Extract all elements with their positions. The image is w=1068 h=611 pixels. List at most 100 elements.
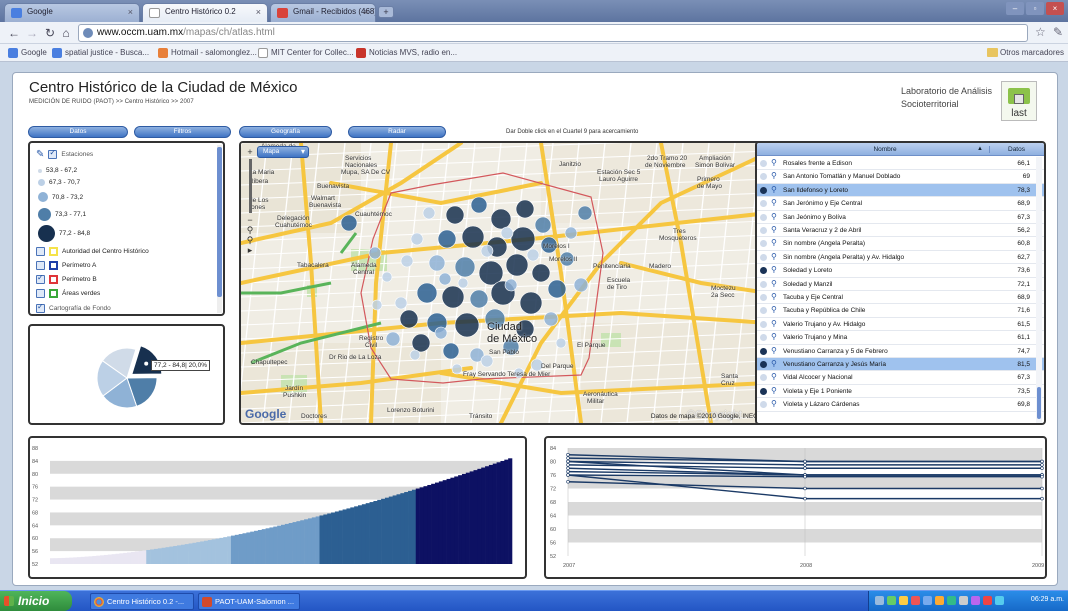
search-icon[interactable]: ⚲ (245, 225, 255, 235)
zoom-slider[interactable] (248, 159, 252, 213)
selection-dot-icon[interactable] (760, 280, 767, 288)
zoom-to-station-icon[interactable]: ⚲ (771, 386, 777, 395)
selection-dot-icon[interactable] (760, 160, 767, 167)
table-row[interactable]: ⚲ Venustiano Carranza y Jesús María 81,5 (757, 358, 1044, 372)
table-row[interactable]: ⚲ Tacuba y República de Chile 71,6 (757, 304, 1044, 318)
back-arrow-icon[interactable]: ← (6, 25, 22, 41)
close-icon[interactable]: × (256, 7, 261, 17)
layer-checkbox[interactable] (36, 261, 45, 270)
map-view[interactable]: Alameda deServiciosNacionalesMupa, SA De… (239, 141, 770, 425)
zoom-to-station-icon[interactable]: ⚲ (771, 225, 777, 234)
messenger-icon[interactable] (971, 596, 980, 605)
table-row[interactable]: ⚲ Valerio Trujano y Av. Hidalgo 61,5 (757, 318, 1044, 332)
radar-button[interactable]: Radar (348, 126, 446, 138)
layer-checkbox[interactable] (36, 289, 45, 298)
sort-ascending-icon[interactable]: ▲ (977, 146, 983, 152)
taskbar-item-chrome[interactable]: Centro Histórico 0.2 -... (90, 593, 194, 610)
table-row[interactable]: ⚲ San Jerónimo y Eje Central 68,9 (757, 197, 1044, 211)
language-icon[interactable] (875, 596, 884, 605)
table-row[interactable]: ⚲ Valerio Trujano y Mina 61,1 (757, 331, 1044, 345)
taskbar-item-powerpoint[interactable]: PAOT-UAM-Salomon ... (198, 593, 300, 610)
datos-button[interactable]: Datos (28, 126, 128, 138)
forward-arrow-icon[interactable]: → (24, 25, 40, 41)
layer-checkbox[interactable] (36, 247, 45, 256)
table-row[interactable]: ⚲ Sin nombre (Angela Peralta) y Av. Hidal… (757, 251, 1044, 265)
zoom-to-station-icon[interactable]: ⚲ (771, 346, 777, 355)
table-row[interactable]: ⚲ San Jeónimo y Bolíva 67,3 (757, 211, 1044, 224)
geografia-button[interactable]: Geografía (239, 126, 332, 138)
zoom-to-station-icon[interactable]: ⚲ (771, 305, 777, 314)
zoom-to-station-icon[interactable]: ⚲ (771, 265, 777, 274)
layer-toggle-perimetro-a[interactable]: Perímetro A (36, 261, 96, 270)
reload-icon[interactable]: ↻ (42, 25, 58, 41)
bookmark-star-icon[interactable]: ☆ (1035, 25, 1046, 39)
browser-tab-google[interactable]: Google × (4, 3, 140, 22)
basemap-checkbox[interactable] (36, 302, 45, 313)
selection-dot-icon[interactable] (760, 320, 767, 328)
zoom-to-station-icon[interactable]: ⚲ (771, 359, 777, 368)
update-icon[interactable] (935, 596, 944, 605)
zoom-to-station-icon[interactable]: ⚲ (771, 171, 777, 180)
volume-icon[interactable] (923, 596, 932, 605)
legend-scrollbar[interactable] (217, 145, 222, 313)
stations-toggle[interactable]: ✎ Estaciones (36, 148, 93, 160)
selection-dot-icon[interactable] (760, 307, 767, 315)
layer-checkbox[interactable] (36, 273, 45, 284)
selection-dot-icon[interactable] (760, 361, 767, 368)
antivirus-icon[interactable] (899, 596, 908, 605)
selection-dot-icon[interactable] (760, 401, 767, 409)
zoom-to-station-icon[interactable]: ⚲ (771, 198, 777, 207)
column-header-nombre[interactable]: Nombre (785, 146, 985, 153)
selection-dot-icon[interactable] (760, 253, 767, 261)
table-row[interactable]: ⚲ Tacuba y Eje Central 68,9 (757, 291, 1044, 305)
zoom-to-station-icon[interactable]: ⚲ (771, 319, 777, 328)
zoom-to-station-icon[interactable]: ⚲ (771, 372, 777, 381)
selection-dot-icon[interactable] (760, 173, 767, 181)
selection-dot-icon[interactable] (760, 374, 767, 382)
table-row[interactable]: ⚲ Soledad y Loreto 73,6 (757, 264, 1044, 278)
pie-chart[interactable] (30, 326, 223, 423)
flag-icon[interactable] (983, 596, 992, 605)
table-row[interactable]: ⚲ Sin nombre (Angela Peralta) 60,8 (757, 237, 1044, 251)
bookmark-item[interactable]: Noticias MVS, radio en... (356, 48, 457, 58)
pencil-icon[interactable]: ✎ (36, 149, 44, 160)
new-tab-button[interactable]: + (378, 6, 394, 18)
home-icon[interactable]: ⌂ (58, 25, 74, 41)
layer-toggle-areas-verdes[interactable]: Áreas verdes (36, 289, 100, 298)
browser-tab-gmail[interactable]: Gmail - Recibidos (468) - sa... × (270, 3, 376, 22)
close-window-icon[interactable]: × (1046, 2, 1064, 15)
network-icon[interactable] (887, 596, 896, 605)
table-row[interactable]: ⚲ Santa Veracruz y 2 de Abril 56,2 (757, 224, 1044, 238)
selection-dot-icon[interactable] (760, 200, 767, 208)
selection-dot-icon[interactable] (760, 186, 767, 194)
table-row[interactable]: ⚲ Violeta y Eje 1 Poniente 73,5 (757, 385, 1044, 399)
wrench-icon[interactable]: ✎ (1053, 25, 1063, 39)
battery-icon[interactable] (959, 596, 968, 605)
maximize-icon[interactable]: ▫ (1026, 2, 1044, 15)
play-icon[interactable]: ▸ (245, 245, 255, 255)
selection-dot-icon[interactable] (760, 267, 767, 275)
filtros-button[interactable]: Filtros (134, 126, 231, 138)
selection-dot-icon[interactable] (760, 213, 767, 221)
browser-tab-centro-historico[interactable]: Centro Histórico 0.2 × (142, 3, 268, 22)
zoom-to-station-icon[interactable]: ⚲ (771, 292, 777, 301)
zoom-to-station-icon[interactable]: ⚲ (771, 238, 777, 247)
alert-icon[interactable] (911, 596, 920, 605)
zoom-to-station-icon[interactable]: ⚲ (771, 212, 777, 221)
table-row[interactable]: ⚲ San Ildefonso y Loreto 78,3 (757, 183, 1044, 198)
zoom-to-station-icon[interactable]: ⚲ (771, 158, 777, 167)
table-row[interactable]: ⚲ Soledad y Manzil 72,1 (757, 278, 1044, 291)
selection-dot-icon[interactable] (760, 294, 767, 301)
table-row[interactable]: ⚲ Rosales frente a Edison 66,1 (757, 157, 1044, 171)
display-icon[interactable] (995, 596, 1004, 605)
layer-toggle-autoridad[interactable]: Autoridad del Centro Histórico (36, 247, 149, 256)
zoom-in-icon[interactable]: + (245, 147, 255, 157)
layer-toggle-perimetro-b[interactable]: Perímetro B (36, 273, 97, 284)
table-row[interactable]: ⚲ San Antonio Tomatlán y Manuel Doblado 69 (757, 170, 1044, 184)
zoom-to-station-icon[interactable]: ⚲ (771, 279, 777, 288)
selection-dot-icon[interactable] (760, 334, 767, 342)
selection-dot-icon[interactable] (760, 347, 767, 355)
table-row[interactable]: ⚲ Vidal Alcocer y Nacional 67,3 (757, 371, 1044, 385)
url-input[interactable]: www.occm.uam.mx/mapas/ch/atlas.html (78, 24, 1028, 42)
map-type-dropdown[interactable]: Mapa (257, 146, 309, 158)
